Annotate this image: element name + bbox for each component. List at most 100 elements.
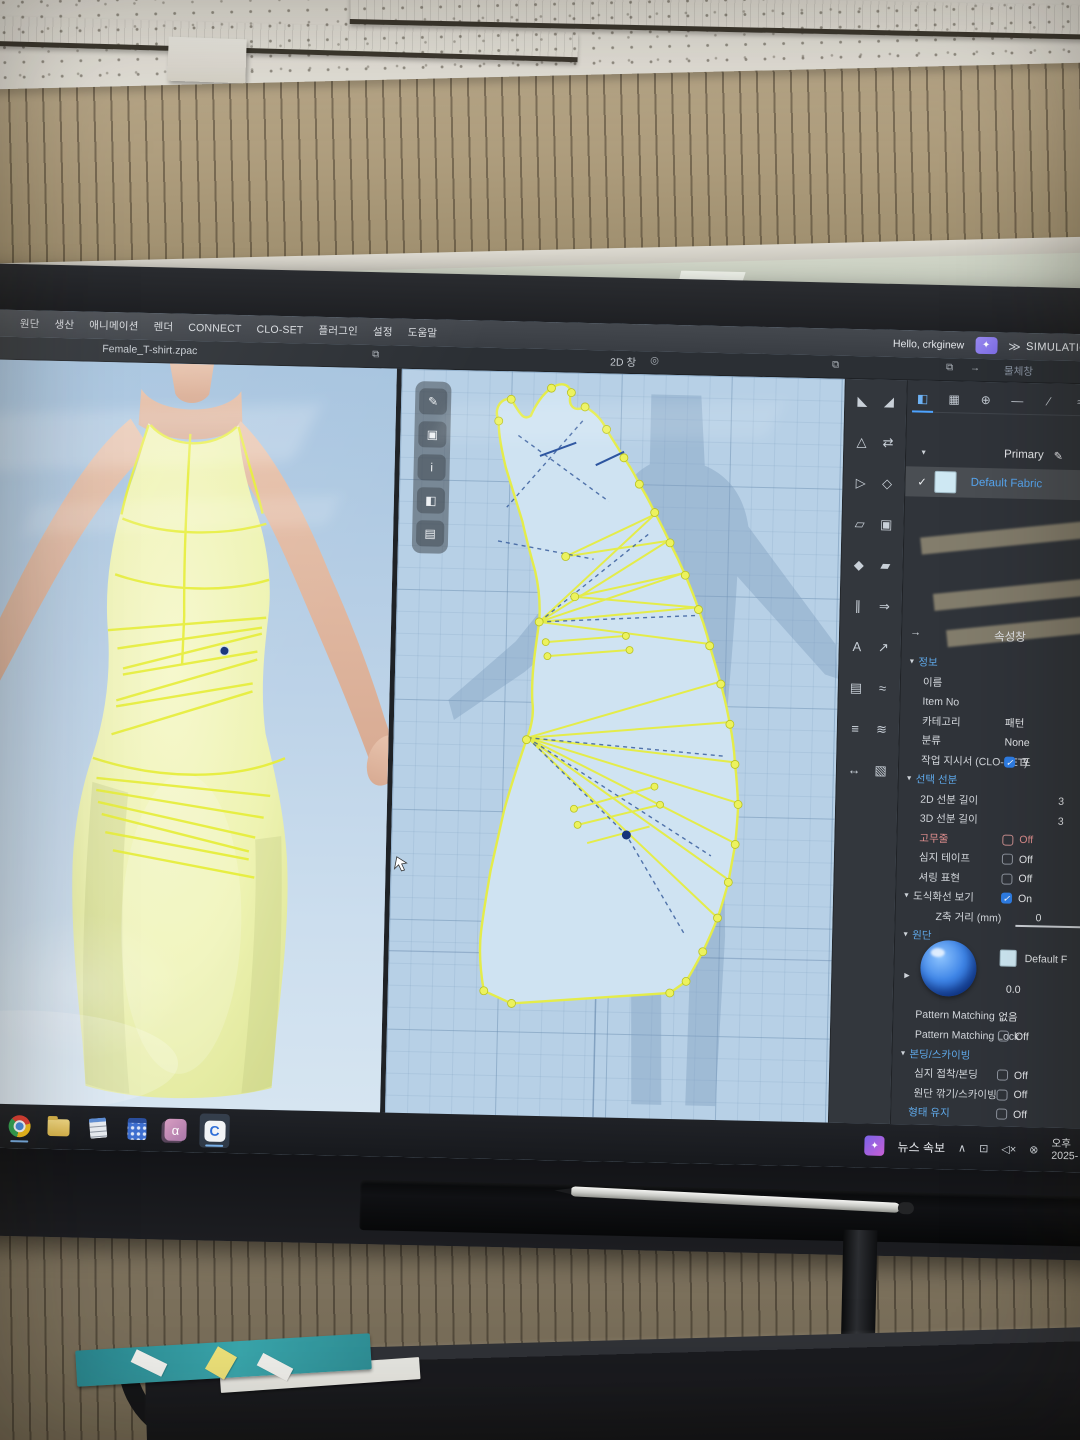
classification-dropdown[interactable]: None (1004, 736, 1029, 749)
news-widget-label[interactable]: 뉴스 속보 (897, 1138, 945, 1156)
alpha-app-button[interactable]: α (160, 1112, 191, 1147)
segment-sew-icon[interactable]: ⇒ (872, 595, 897, 620)
property-label: 셔링 표현 (918, 869, 960, 885)
calculator-button[interactable] (121, 1112, 152, 1147)
shirring-icon[interactable]: ≋ (869, 717, 894, 742)
fabric-offset-value[interactable]: 0.0 (1006, 983, 1021, 995)
property-value: On (1018, 893, 1032, 905)
elastic-icon[interactable]: ≈ (870, 676, 895, 701)
transform-pattern-icon[interactable]: ◣ (850, 389, 875, 414)
checkbox-on[interactable]: ✓ (1004, 756, 1015, 767)
row-shape-retention[interactable]: 형태 유지 Off (891, 1102, 1080, 1126)
edit-curvature-icon[interactable]: ▷ (848, 471, 873, 496)
clo3d-taskbar-button[interactable]: C (199, 1113, 230, 1148)
project-tab[interactable]: Female_T-shirt.zpac (102, 343, 197, 357)
edit-pattern-icon[interactable]: △ (849, 430, 874, 455)
pattern-info-icon[interactable]: i (417, 454, 446, 481)
selected-point-3d[interactable] (220, 646, 229, 655)
default-fabric-row[interactable]: ✓ Default Fabric (905, 466, 1080, 501)
checkbox-off[interactable] (1002, 834, 1013, 845)
target-icon[interactable]: ◎ (650, 355, 659, 366)
show-garment-icon[interactable]: ▣ (418, 421, 447, 448)
primary-fabric-label: Primary (1004, 448, 1044, 461)
iron-icon[interactable]: ▰ (873, 554, 898, 579)
fabric-swatch-small[interactable] (999, 949, 1016, 966)
transform-sketch-icon[interactable]: ◢ (877, 390, 902, 415)
pattern-matching-dropdown[interactable]: 없음 (998, 1009, 1018, 1024)
category-dropdown[interactable]: 패턴 (1005, 715, 1025, 730)
3d-garment-render[interactable] (0, 359, 397, 1112)
menu-clo-set[interactable]: CLO-SET (256, 323, 303, 336)
text-tool-icon[interactable]: A (845, 635, 870, 660)
2d-viewport[interactable]: ✎ ▣ i ◧ ▤ (385, 369, 845, 1123)
property-value[interactable]: 3 (1058, 816, 1064, 828)
menu-plugin[interactable]: 플러그인 (318, 323, 358, 339)
panel-arrow-icon[interactable]: → (910, 626, 921, 638)
dart-icon[interactable]: ◆ (847, 553, 872, 578)
caret-down-icon: ▼ (903, 893, 913, 900)
pleats-icon[interactable]: ≡ (843, 717, 868, 742)
checkbox-off[interactable] (996, 1109, 1007, 1120)
caret-right-icon[interactable]: ▶ (904, 971, 910, 979)
topstitch-tab-icon[interactable]: ∕ (1041, 394, 1056, 408)
flip-pattern-icon[interactable]: ↔ (842, 758, 867, 783)
simulation-toggle[interactable]: ≫ SIMULATION (1008, 339, 1080, 355)
menu-production[interactable]: 생산 (54, 317, 74, 332)
checkbox-off[interactable] (997, 1070, 1008, 1081)
running-indicator (10, 1140, 28, 1142)
fabric-swatch[interactable] (934, 471, 956, 493)
fabric-tab-icon[interactable]: ◧ (915, 391, 930, 405)
checkbox-off[interactable] (1001, 873, 1012, 884)
edit-pencil-icon[interactable]: ✎ (1054, 449, 1064, 462)
seam-allowance-icon[interactable]: ∥ (846, 594, 871, 619)
menu-animation[interactable]: 애니메이션 (89, 318, 139, 334)
dock-arrow-icon[interactable]: → (970, 363, 980, 374)
hidden-icons-chevron[interactable]: ∧ (958, 1141, 966, 1154)
edit-curve-icon[interactable]: ✎ (419, 388, 448, 415)
trace-pattern-icon[interactable]: ▣ (874, 513, 899, 538)
checkbox-off[interactable] (1002, 854, 1013, 865)
float-window-icon[interactable]: ⧉ (832, 360, 839, 371)
group-label: 원단 (912, 928, 932, 943)
z-distance-value[interactable]: 0 (1035, 913, 1041, 925)
light-reflection (920, 510, 1080, 555)
bonding-icon[interactable]: ▧ (868, 758, 893, 783)
button-tab-icon[interactable]: ⊕ (978, 392, 993, 406)
2d-pattern-canvas[interactable] (385, 369, 845, 1123)
free-sew-icon[interactable]: ↗ (871, 635, 896, 660)
property-value[interactable]: 3 (1058, 796, 1064, 808)
pattern-tab-icon[interactable]: ▦ (947, 392, 962, 406)
menu-connect[interactable]: CONNECT (188, 321, 242, 334)
checkbox-off[interactable] (998, 1031, 1009, 1042)
menu-render[interactable]: 렌더 (153, 319, 173, 334)
checkbox-off[interactable] (996, 1089, 1007, 1100)
property-value: Off (1013, 1109, 1027, 1121)
puckering-tab-icon[interactable]: ≈ (1073, 395, 1080, 409)
display-tray-icon[interactable]: ⊡ (979, 1142, 989, 1155)
tray-close-icon[interactable]: ⊗ (1029, 1143, 1039, 1156)
chrome-taskbar-button[interactable] (4, 1109, 35, 1144)
property-label: Item No (922, 695, 959, 708)
fabric-view-icon[interactable]: ◧ (417, 487, 446, 514)
file-explorer-button[interactable] (43, 1110, 74, 1145)
edit-notch-icon[interactable]: ◇ (875, 472, 900, 497)
notepad-button[interactable] (82, 1111, 113, 1146)
edit-sewing-icon[interactable]: ⇄ (876, 431, 901, 456)
float-window-icon[interactable]: ⧉ (372, 349, 379, 360)
news-widget-icon[interactable]: ✦ (864, 1135, 884, 1155)
taskbar-clock[interactable]: 오후 2025- (1051, 1138, 1078, 1163)
volume-muted-icon[interactable]: ◁× (1001, 1142, 1016, 1155)
grading-icon[interactable]: ▤ (844, 676, 869, 701)
fabric-material-sphere[interactable] (920, 939, 977, 996)
tools-icon[interactable]: ✦ (975, 337, 997, 354)
menu-help[interactable]: 도움말 (407, 325, 437, 341)
menu-fabric[interactable]: 원단 (20, 316, 40, 331)
menu-settings[interactable]: 설정 (373, 324, 393, 339)
fit-garment-icon[interactable]: ▤ (416, 520, 445, 547)
stitch-tab-icon[interactable]: — (1010, 393, 1025, 407)
checkbox-on[interactable]: ✓ (1001, 893, 1012, 904)
fabric-group-row[interactable]: ▼ Primary ✎ (906, 442, 1080, 467)
3d-viewport[interactable]: ▦ ◧ ≡ ✦ (0, 359, 397, 1112)
polygon-pattern-icon[interactable]: ▱ (847, 512, 872, 537)
float-window-icon[interactable]: ⧉ (946, 362, 953, 373)
